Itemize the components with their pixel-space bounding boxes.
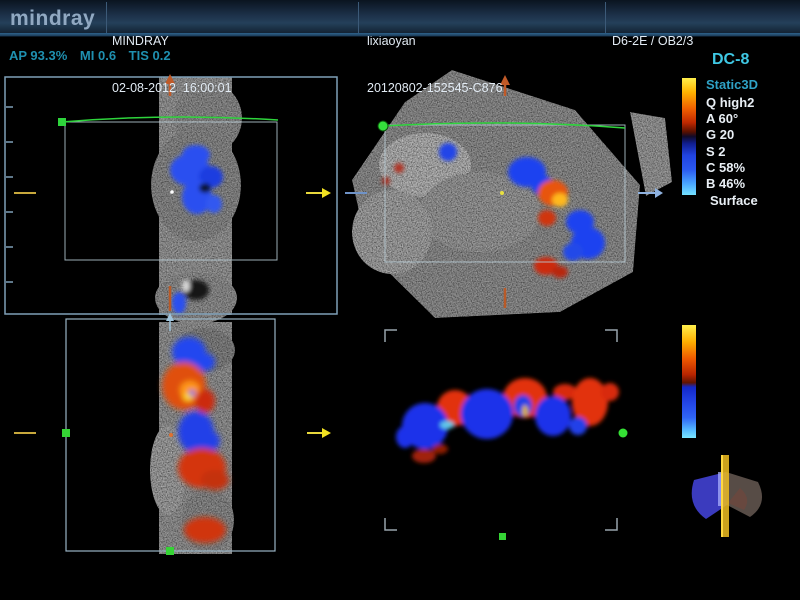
quadrant-a-center-dot: [170, 190, 174, 194]
quadrant-d-bottom-handle[interactable]: [499, 533, 506, 540]
system-name: DC-8: [712, 51, 800, 69]
facility-name: MINDRAY: [112, 34, 232, 50]
param-quality: Q high2: [706, 95, 800, 111]
quadrant-c-left-handle[interactable]: [62, 429, 70, 437]
quadrant-a-curve-handle[interactable]: [58, 118, 66, 126]
quadrant-c-plane: [14, 313, 331, 555]
mechanical-index-value: MI 0.6: [80, 48, 116, 63]
quadrant-c-bottom-handle[interactable]: [166, 547, 174, 555]
quadrant-a-depth-ticks: [6, 107, 13, 282]
param-brightness-percent: B 46%: [706, 176, 800, 192]
patient-name: lixiaoyan: [367, 34, 503, 50]
titlebar-divider: [358, 2, 359, 33]
titlebar-divider: [605, 2, 606, 33]
quadrant-a-right-axis-arrow-icon: [306, 188, 331, 198]
quadrant-d-right-handle[interactable]: [619, 429, 628, 438]
render-color-doppler-bar-icon: [682, 325, 696, 438]
facility-section: MINDRAY 02-08-2012 16:00:01: [112, 3, 232, 127]
quadrant-d-3d-render: [385, 330, 628, 540]
exam-datetime: 02-08-2012 16:00:01: [112, 81, 232, 97]
ultrasound-screen: mindray MINDRAY 02-08-2012 16:00:01 lixi…: [0, 0, 800, 600]
render-mode-label: Surface: [710, 193, 800, 208]
acoustic-power-value: AP 93.3%: [9, 48, 67, 63]
color-doppler-bar-icon: [682, 78, 696, 195]
param-color-percent: C 58%: [706, 160, 800, 176]
quadrant-d-render-blobs: [396, 378, 619, 463]
parameter-sidebar: DC-8 Static3D Q high2 A 60° G 20 S 2 C 5…: [700, 51, 800, 208]
imaging-mode-label: Static3D: [706, 77, 800, 92]
title-bar: mindray MINDRAY 02-08-2012 16:00:01 lixi…: [0, 0, 800, 37]
probe-orientation-cone-icon: [692, 455, 762, 537]
quadrant-c-right-axis-arrow-icon: [307, 428, 331, 438]
param-smooth: S 2: [706, 144, 800, 160]
param-gain: G 20: [706, 127, 800, 143]
probe-preset-section: D6-2E / OB2/3: [612, 3, 693, 81]
quadrant-c-center-dot: [169, 433, 173, 437]
patient-section: lixiaoyan 20120802-152545-C876: [367, 3, 503, 127]
param-angle: A 60°: [706, 111, 800, 127]
brand-logo: mindray: [10, 4, 104, 34]
probe-preset: D6-2E / OB2/3: [612, 34, 693, 50]
quadrant-b-center-dot: [500, 191, 504, 195]
titlebar-divider: [106, 2, 107, 33]
exam-id: 20120802-152545-C876: [367, 81, 503, 97]
